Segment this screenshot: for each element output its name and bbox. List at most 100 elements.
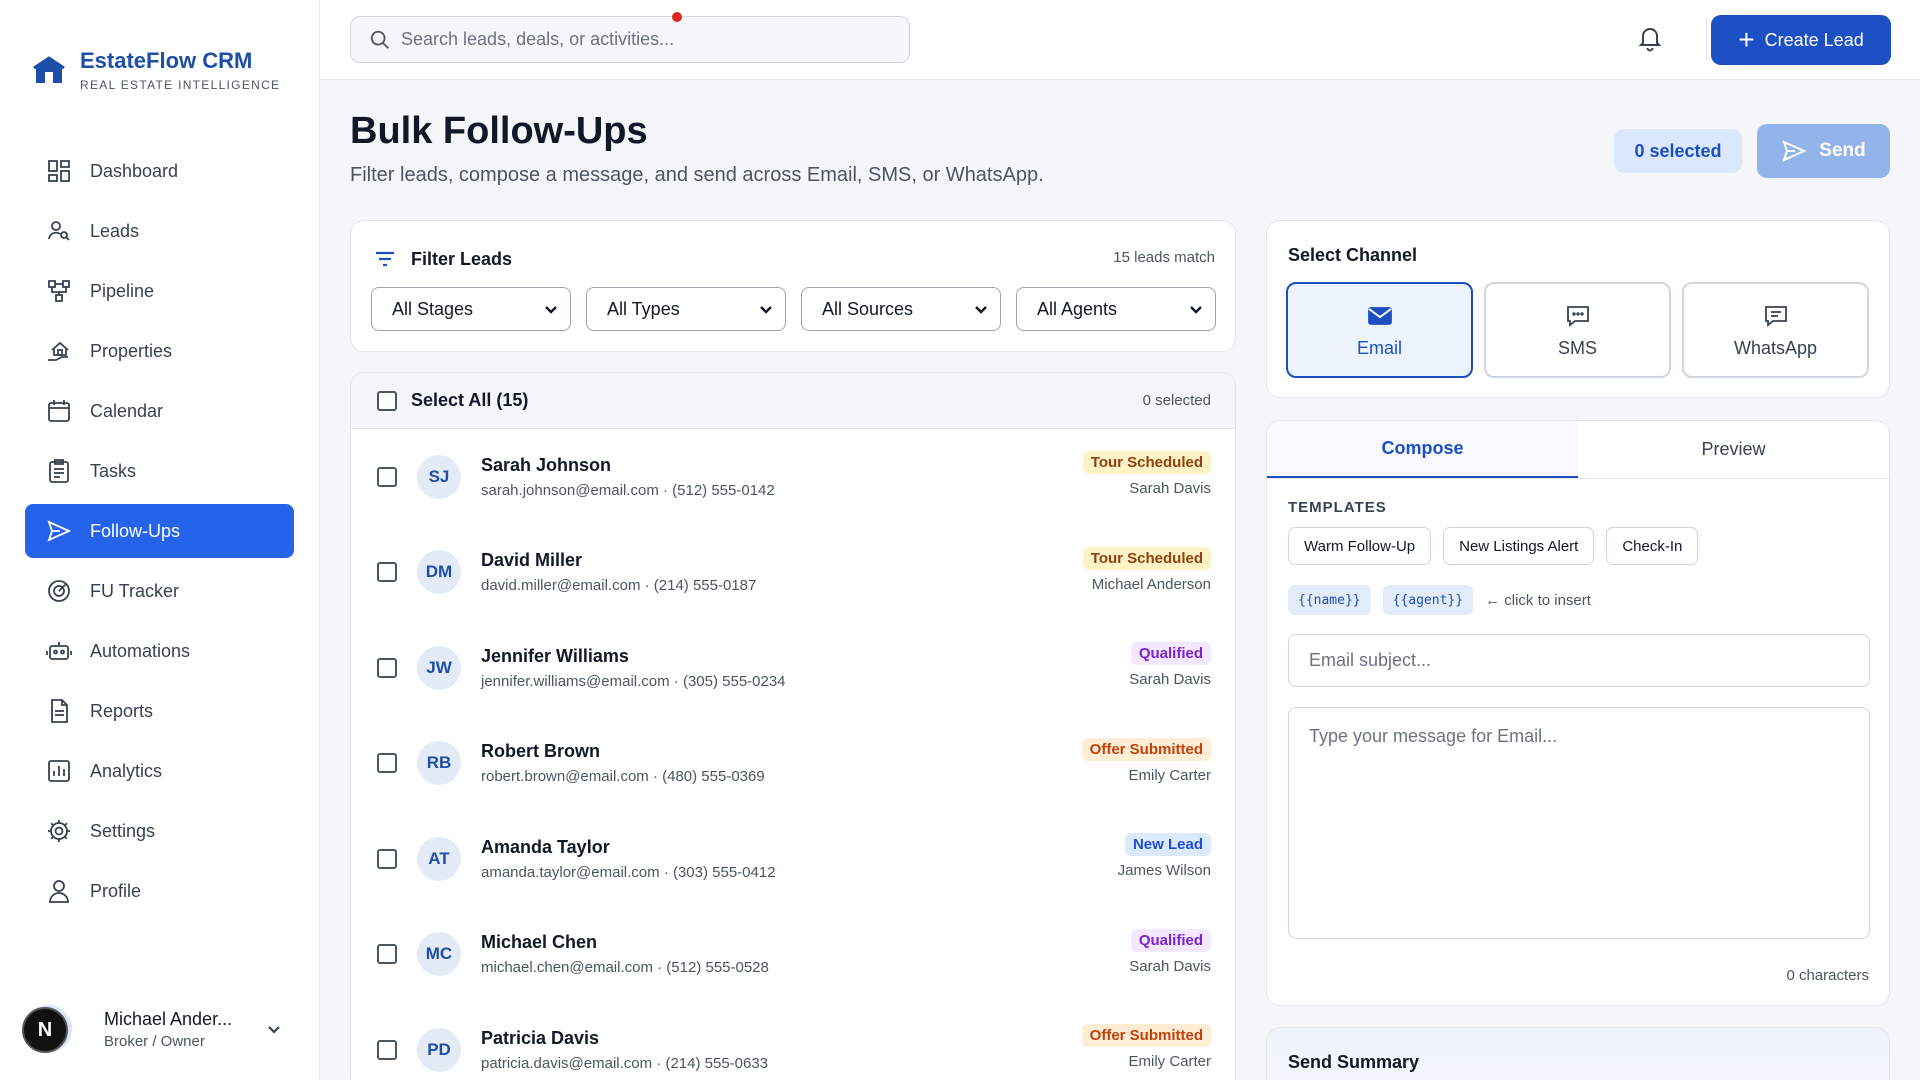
select-all-checkbox[interactable]	[377, 390, 397, 411]
tab-compose[interactable]: Compose	[1267, 421, 1578, 478]
person-icon	[46, 878, 72, 904]
lead-checkbox[interactable]	[377, 657, 397, 678]
lead-checkbox[interactable]	[377, 848, 397, 869]
source-select[interactable]: All Sources	[801, 287, 1001, 331]
variable-agent-chip[interactable]: {{agent}}	[1382, 585, 1474, 615]
leads-list-header: Select All (15) 0 selected	[351, 373, 1235, 429]
variable-name-chip[interactable]: {{name}}	[1288, 585, 1371, 615]
search-box[interactable]	[350, 16, 910, 63]
table-row[interactable]: JW Jennifer Williams jennifer.williams@ema…	[351, 620, 1235, 716]
bar-chart-icon	[46, 758, 72, 784]
sidebar-item-dashboard[interactable]: Dashboard	[25, 144, 294, 198]
sidebar-item-label: Properties	[90, 340, 173, 361]
table-row[interactable]: DM David Miller david.miller@email.com · (…	[351, 525, 1235, 621]
sidebar-item-pipeline[interactable]: Pipeline	[25, 264, 294, 318]
avatar: AT	[417, 836, 461, 881]
avatar: MC	[417, 932, 461, 977]
sidebar-item-label: Follow-Ups	[90, 520, 181, 541]
lead-checkbox[interactable]	[377, 1039, 397, 1060]
stage-select[interactable]: All Stages	[371, 287, 571, 331]
lead-checkbox[interactable]	[377, 944, 397, 965]
table-row[interactable]: RB Robert Brown robert.brown@email.com · (…	[351, 716, 1235, 812]
sidebar-item-profile[interactable]: Profile	[25, 864, 294, 918]
table-row[interactable]: SJ Sarah Johnson sarah.johnson@email.com ·…	[351, 429, 1235, 525]
variable-list: {{name}} {{agent}} ← click to insert	[1288, 585, 1591, 615]
gear-icon	[46, 818, 72, 844]
sidebar-item-label: Dashboard	[90, 160, 179, 181]
user-menu[interactable]: A N Michael Ander... Broker / Owner	[22, 1005, 284, 1053]
template-check-in[interactable]: Check-In	[1606, 527, 1699, 565]
filter-icon	[376, 251, 394, 267]
lead-name: Michael Chen	[481, 932, 598, 953]
lead-contact: david.miller@email.com · (214) 555-0187	[481, 577, 757, 595]
email-subject-input[interactable]	[1288, 634, 1870, 687]
avatar: SJ	[417, 454, 461, 499]
lead-checkbox[interactable]	[377, 466, 397, 487]
sidebar-item-label: Leads	[90, 220, 140, 241]
chevron-down-icon	[757, 300, 775, 318]
brand-tagline: REAL ESTATE INTELLIGENCE	[80, 78, 281, 92]
target-icon	[46, 578, 72, 604]
sidebar-item-properties[interactable]: Properties	[25, 324, 294, 378]
channel-sms-label: SMS	[1557, 337, 1597, 358]
create-lead-button[interactable]: + Create Lead	[1711, 15, 1891, 65]
lead-checkbox[interactable]	[377, 562, 397, 583]
agent-select[interactable]: All Agents	[1016, 287, 1216, 331]
chevron-down-icon	[542, 300, 560, 318]
send-icon	[46, 518, 72, 544]
bell-icon[interactable]	[1636, 24, 1666, 54]
channel-whatsapp-button[interactable]: WhatsApp	[1682, 282, 1869, 378]
channel-sms-button[interactable]: SMS	[1484, 282, 1671, 378]
brand[interactable]: EstateFlow CRM REAL ESTATE INTELLIGENCE	[32, 48, 280, 92]
table-row[interactable]: PD Patricia Davis patricia.davis@email.com…	[351, 1002, 1235, 1080]
create-lead-label: Create Lead	[1764, 29, 1864, 50]
lead-checkbox[interactable]	[377, 753, 397, 774]
template-new-listings-alert[interactable]: New Listings Alert	[1443, 527, 1595, 565]
lead-name: Amanda Taylor	[481, 836, 610, 857]
channel-email-button[interactable]: Email	[1286, 282, 1473, 378]
filter-title: Filter Leads	[411, 248, 513, 269]
lead-agent: Sarah Davis	[1129, 480, 1211, 497]
agent-select-value: All Agents	[1037, 298, 1118, 319]
dashboard-icon	[46, 158, 72, 184]
avatar: DM	[417, 550, 461, 595]
sidebar-item-leads[interactable]: Leads	[25, 204, 294, 258]
message-textarea[interactable]	[1288, 707, 1870, 939]
template-warm-follow-up[interactable]: Warm Follow-Up	[1288, 527, 1432, 565]
sidebar-item-follow-ups[interactable]: Follow-Ups	[25, 504, 294, 558]
sidebar-item-label: Calendar	[90, 400, 164, 421]
lead-name: Jennifer Williams	[481, 645, 629, 666]
template-list: Warm Follow-Up New Listings Alert Check-…	[1288, 527, 1710, 565]
chevron-down-icon[interactable]	[264, 1019, 284, 1039]
tab-preview[interactable]: Preview	[1578, 421, 1889, 478]
sidebar-item-tasks[interactable]: Tasks	[25, 444, 294, 498]
clipboard-list-icon	[46, 458, 72, 484]
search-input[interactable]	[401, 29, 881, 50]
sidebar-item-analytics[interactable]: Analytics	[25, 744, 294, 798]
select-all-label[interactable]: Select All (15)	[411, 390, 528, 411]
sidebar-item-label: Settings	[90, 820, 156, 841]
send-button[interactable]: Send	[1757, 124, 1890, 178]
lead-name: Robert Brown	[481, 741, 600, 762]
lead-agent: James Wilson	[1117, 862, 1211, 879]
user-role: Broker / Owner	[104, 1032, 205, 1050]
table-row[interactable]: MC Michael Chen michael.chen@email.com · (…	[351, 907, 1235, 1003]
table-row[interactable]: AT Amanda Taylor amanda.taylor@email.com ·…	[351, 811, 1235, 907]
chat-icon	[1764, 305, 1787, 327]
sidebar-item-automations[interactable]: Automations	[25, 624, 294, 678]
sidebar-item-fu-tracker[interactable]: FU Tracker	[25, 564, 294, 618]
house-hand-icon	[46, 338, 72, 364]
lead-agent: Sarah Davis	[1129, 957, 1211, 975]
user-name: Michael Ander...	[104, 1008, 233, 1029]
sidebar-item-label: Pipeline	[90, 280, 155, 301]
n-badge[interactable]: N	[22, 1007, 68, 1053]
brand-name: EstateFlow CRM	[80, 48, 253, 73]
sidebar-item-settings[interactable]: Settings	[25, 804, 294, 858]
channel-email-label: Email	[1356, 337, 1402, 358]
sidebar: EstateFlow CRM REAL ESTATE INTELLIGENCE …	[0, 0, 320, 1080]
lead-contact: patricia.davis@email.com · (214) 555-063…	[481, 1054, 769, 1072]
type-select[interactable]: All Types	[586, 287, 786, 331]
sidebar-item-reports[interactable]: Reports	[25, 684, 294, 738]
filter-card: Filter Leads 15 leads match All Stages A…	[350, 220, 1236, 352]
sidebar-item-calendar[interactable]: Calendar	[25, 384, 294, 438]
